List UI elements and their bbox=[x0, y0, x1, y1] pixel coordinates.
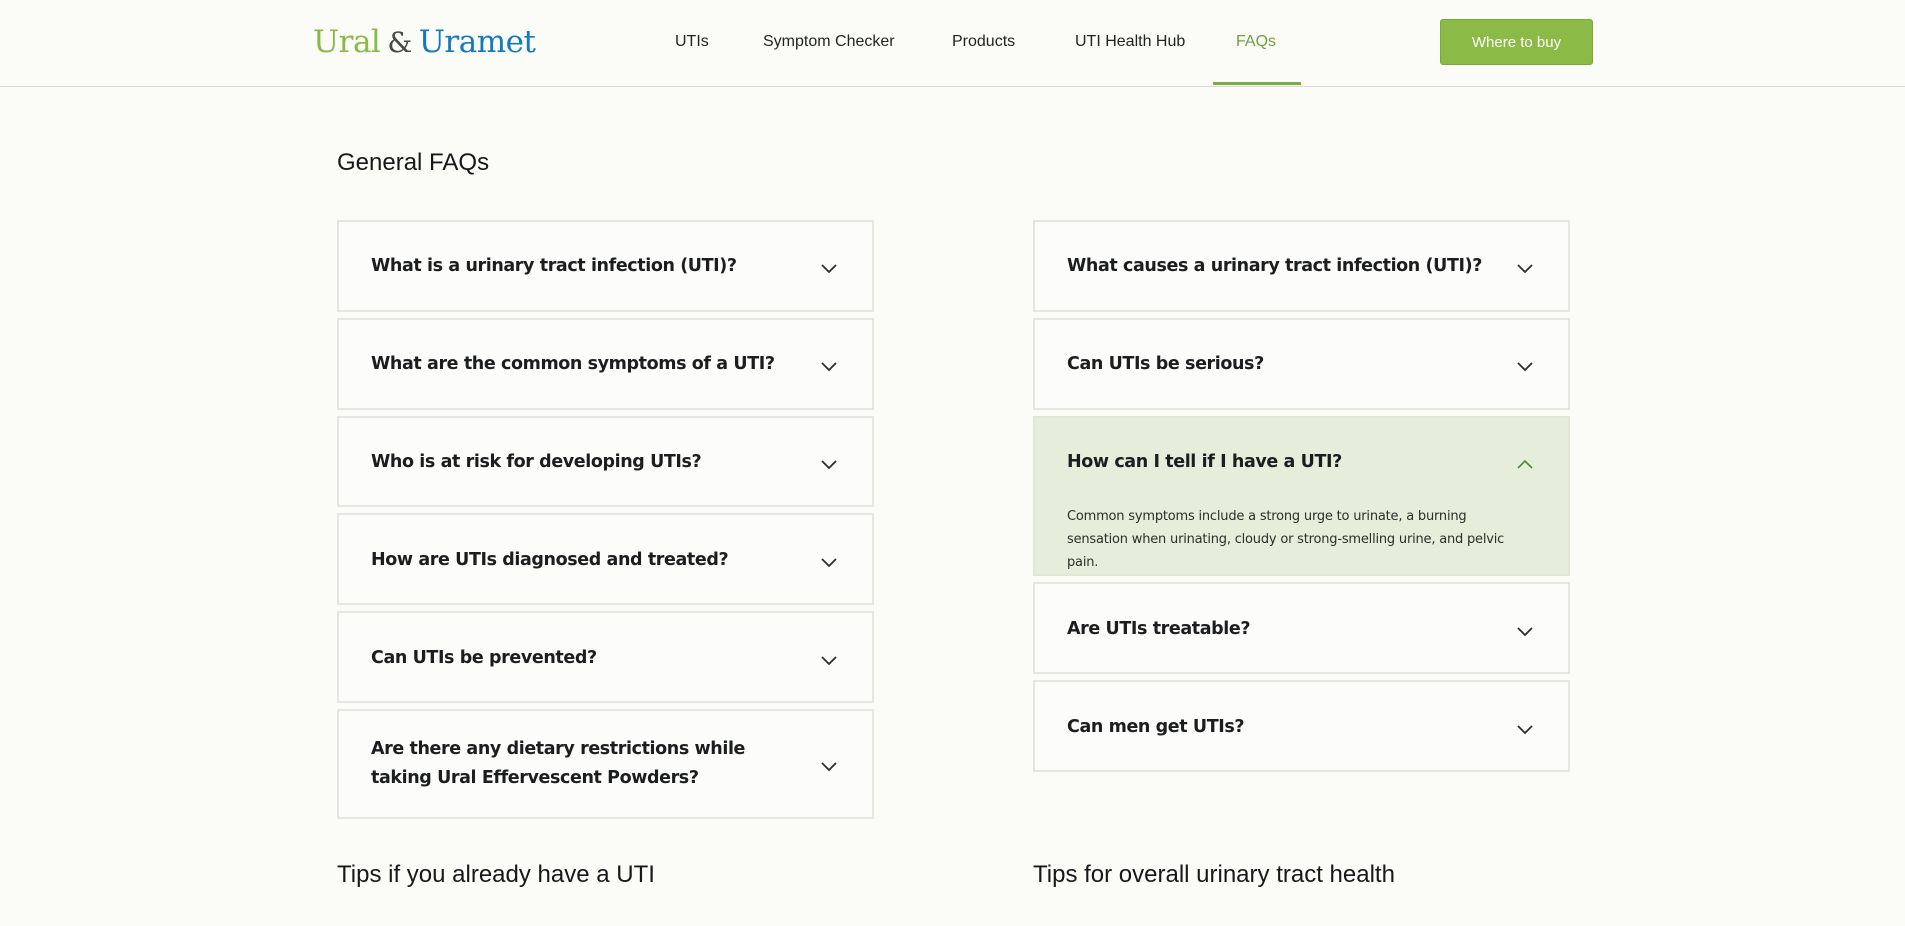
faq-item[interactable]: What is a urinary tract infection (UTI)? bbox=[337, 220, 874, 312]
tips-uti-title: Tips if you already have a UTI bbox=[337, 861, 655, 888]
active-nav-indicator bbox=[1213, 82, 1301, 85]
faq-answer: Common symptoms include a strong urge to… bbox=[1067, 509, 1505, 570]
faq-question: Can UTIs be serious? bbox=[1067, 354, 1264, 374]
faq-item[interactable]: What are the common symptoms of a UTI? bbox=[337, 318, 874, 410]
faq-item[interactable]: Can men get UTIs? bbox=[1033, 680, 1570, 772]
faq-item[interactable]: Can UTIs be serious? bbox=[1033, 318, 1570, 410]
tips-health-title: Tips for overall urinary tract health bbox=[1033, 861, 1395, 888]
faq-question: What is a urinary tract infection (UTI)? bbox=[371, 256, 737, 276]
faq-question: Are UTIs treatable? bbox=[1067, 619, 1251, 639]
logo-ampersand: & bbox=[387, 26, 412, 59]
brand-logo[interactable]: Ural & Uramet bbox=[313, 22, 536, 63]
general-faqs-title: General FAQs bbox=[337, 149, 490, 176]
nav-item-uti-health-hub[interactable]: UTI Health Hub bbox=[1075, 31, 1185, 53]
faq-item[interactable]: Can UTIs be prevented? bbox=[337, 611, 874, 703]
nav-item-symptom-checker[interactable]: Symptom Checker bbox=[763, 31, 895, 53]
faq-item[interactable]: What causes a urinary tract infection (U… bbox=[1033, 220, 1570, 312]
logo-ural: Ural bbox=[313, 24, 381, 60]
chevron-down-icon bbox=[1517, 264, 1533, 274]
faq-item-expanded[interactable]: How can I tell if I have a UTI? Common s… bbox=[1033, 416, 1570, 576]
faq-question: What causes a urinary tract infection (U… bbox=[1067, 256, 1482, 276]
chevron-up-icon bbox=[1517, 459, 1533, 469]
chevron-down-icon bbox=[1517, 725, 1533, 735]
chevron-down-icon bbox=[1517, 362, 1533, 372]
faq-question: Can UTIs be prevented? bbox=[371, 648, 597, 668]
chevron-down-icon bbox=[821, 656, 837, 666]
site-header: Ural & Uramet UTIs Symptom Checker Product… bbox=[0, 0, 1905, 87]
chevron-down-icon bbox=[821, 762, 837, 772]
faq-question: Can men get UTIs? bbox=[1067, 717, 1245, 737]
logo-uramet: Uramet bbox=[418, 24, 536, 60]
faq-question: What are the common symptoms of a UTI? bbox=[371, 354, 775, 374]
faq-item[interactable]: How are UTIs diagnosed and treated? bbox=[337, 513, 874, 605]
faq-question: Are there any dietary restrictions while… bbox=[371, 739, 746, 788]
nav-item-faqs[interactable]: FAQs bbox=[1236, 31, 1276, 53]
faq-item[interactable]: Are UTIs treatable? bbox=[1033, 582, 1570, 674]
nav-item-products[interactable]: Products bbox=[952, 31, 1015, 53]
chevron-down-icon bbox=[1517, 627, 1533, 637]
faq-question: Who is at risk for developing UTIs? bbox=[371, 452, 702, 472]
chevron-down-icon bbox=[821, 264, 837, 274]
nav-item-utis[interactable]: UTIs bbox=[675, 31, 709, 53]
chevron-down-icon bbox=[821, 362, 837, 372]
faq-item[interactable]: Are there any dietary restrictions while… bbox=[337, 709, 874, 819]
faq-question: How are UTIs diagnosed and treated? bbox=[371, 550, 729, 570]
faq-question: How can I tell if I have a UTI? bbox=[1067, 452, 1342, 472]
chevron-down-icon bbox=[821, 460, 837, 470]
faq-item[interactable]: Who is at risk for developing UTIs? bbox=[337, 416, 874, 507]
chevron-down-icon bbox=[821, 558, 837, 568]
where-to-buy-button[interactable]: Where to buy bbox=[1440, 19, 1593, 65]
